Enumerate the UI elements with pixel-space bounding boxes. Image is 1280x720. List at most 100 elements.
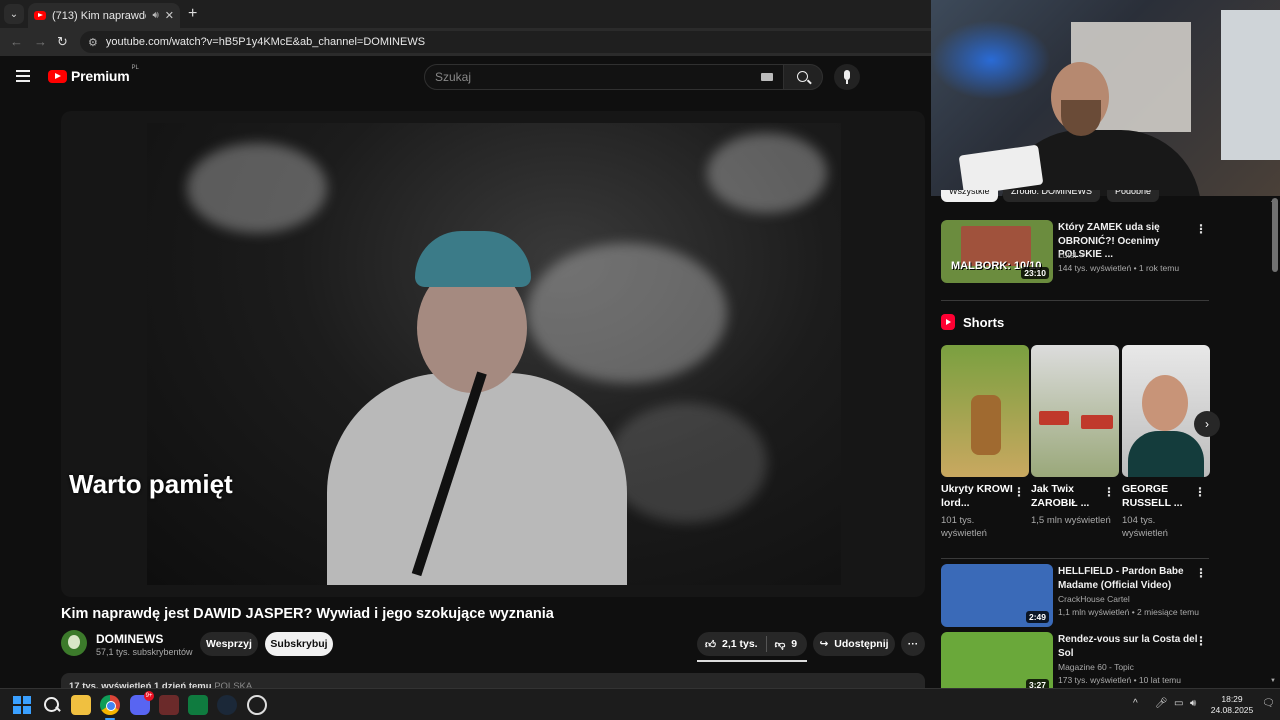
speaker-icon[interactable]: 🔊︎ xyxy=(152,10,158,21)
video-player[interactable]: Warto pamięt xyxy=(61,111,925,597)
more-options-icon[interactable]: ⋮ xyxy=(1195,566,1207,580)
short-title[interactable]: Ukryty KROWI lord... xyxy=(941,482,1017,510)
support-button[interactable]: Wesprzyj xyxy=(200,632,258,656)
video-thumbnail[interactable]: 2:49 xyxy=(941,564,1053,627)
search-icon xyxy=(797,71,808,82)
excel-icon[interactable] xyxy=(188,695,208,715)
video-channel[interactable]: Lutel ✔ xyxy=(1058,250,1086,261)
search-icon[interactable] xyxy=(42,695,62,715)
recommended-video[interactable]: MALBORK: 10/10 23:10 Który ZAMEK uda się… xyxy=(941,220,1211,286)
short-title[interactable]: Jak Twix ZAROBIŁ ... xyxy=(1031,482,1107,510)
microphone-icon[interactable]: 🎤︎ xyxy=(1155,698,1168,709)
scroll-down-arrow[interactable]: ▼ xyxy=(1270,678,1276,684)
game-app-icon[interactable] xyxy=(159,695,179,715)
url-field[interactable]: ⚙︎ youtube.com/watch?v=hB5P1y4KMcE&ab_ch… xyxy=(80,31,931,53)
video-meta: 1,1 mln wyświetleń • 2 miesiące temu xyxy=(1058,607,1199,617)
tray-chevron-icon[interactable]: ^ xyxy=(1133,698,1138,709)
app-icon[interactable] xyxy=(247,695,267,715)
shorts-next-button[interactable]: › xyxy=(1194,411,1220,437)
tab-search-button[interactable]: ⌄ xyxy=(4,4,24,24)
video-thumbnail[interactable]: 3:27 xyxy=(941,632,1053,695)
short-views: 104 tys. wyświetleń xyxy=(1122,515,1168,539)
notifications-icon[interactable]: 🗨︎ xyxy=(1262,698,1275,709)
back-icon[interactable]: ← xyxy=(10,34,23,49)
url-text: youtube.com/watch?v=hB5P1y4KMcE&ab_chann… xyxy=(105,36,426,48)
more-options-icon[interactable]: ⋮ xyxy=(1013,485,1025,499)
short-item[interactable]: Jak Twix ZAROBIŁ ... 1,5 mln wyświetleń … xyxy=(1031,345,1119,526)
search-input[interactable]: Szukaj xyxy=(424,64,784,90)
channel-avatar[interactable] xyxy=(61,630,87,656)
notification-badge: 9+ xyxy=(144,691,154,701)
youtube-header: Premium PL Szukaj xyxy=(0,56,931,98)
reload-icon[interactable]: ↻ xyxy=(57,34,68,50)
blue-led-light xyxy=(931,20,1051,100)
video-thumbnail[interactable]: MALBORK: 10/10 23:10 xyxy=(941,220,1053,283)
scrollbar-thumb[interactable] xyxy=(1272,198,1278,272)
menu-icon[interactable] xyxy=(16,70,30,82)
youtube-premium-logo[interactable]: Premium PL xyxy=(48,65,139,84)
video-title[interactable]: Rendez-vous sur la Costa del Sol xyxy=(1058,633,1198,660)
discord-icon[interactable]: 9+ xyxy=(130,691,154,715)
chip-similar[interactable]: Podobne xyxy=(1107,190,1160,202)
more-options-icon[interactable]: ⋮ xyxy=(1194,485,1206,499)
voice-search-button[interactable] xyxy=(834,64,860,90)
subscriber-count: 57,1 tys. subskrybentów xyxy=(96,647,193,657)
shorts-header: Shorts xyxy=(941,314,1004,330)
short-thumbnail[interactable] xyxy=(1122,345,1210,477)
more-options-icon[interactable]: ⋮ xyxy=(1195,634,1207,648)
tab-title: (713) Kim naprawdę jest DAWID JASPER? Wy… xyxy=(52,9,147,22)
clock[interactable]: 18:29 24.08.2025 xyxy=(1206,694,1258,716)
browser-tab-bar: ⌄ (713) Kim naprawdę jest DAWID JASPER? … xyxy=(0,0,931,28)
keyboard-icon[interactable] xyxy=(761,73,773,81)
short-item[interactable]: Ukryty KROWI lord... 101 tys. wyświetleń… xyxy=(941,345,1029,539)
video-channel[interactable]: CrackHouse Cartel xyxy=(1058,594,1130,604)
thumb-down-icon[interactable]: 👎︎ xyxy=(775,638,786,651)
site-info-icon[interactable]: ⚙︎ xyxy=(88,36,98,49)
verified-icon: ✔ xyxy=(1078,250,1086,260)
person-cap xyxy=(415,231,531,287)
windows-start-icon[interactable] xyxy=(12,695,32,715)
short-thumbnail[interactable] xyxy=(941,345,1029,477)
more-options-icon[interactable]: ⋮ xyxy=(1195,222,1207,236)
short-item[interactable]: GEORGE RUSSELL ... 104 tys. wyświetleń ⋮ xyxy=(1122,345,1210,539)
chevron-right-icon: › xyxy=(1205,417,1209,431)
recommended-video[interactable]: 2:49 HELLFIELD - Pardon Babe Madame (Off… xyxy=(941,564,1211,630)
dislike-count[interactable]: 9 xyxy=(791,638,797,650)
channel-row: DOMINEWS 57,1 tys. subskrybentów Wesprzy… xyxy=(61,630,925,662)
background-window xyxy=(1221,10,1280,160)
thumb-up-icon[interactable]: 👍︎ xyxy=(705,638,716,651)
chrome-icon[interactable] xyxy=(100,695,120,715)
logo-country: PL xyxy=(131,65,139,71)
search-button[interactable] xyxy=(783,64,823,90)
video-meta: 173 tys. wyświetleń • 10 lat temu xyxy=(1058,675,1181,685)
section-divider xyxy=(941,558,1209,559)
steam-icon[interactable] xyxy=(217,695,237,715)
network-icon[interactable]: ▭ xyxy=(1174,698,1183,709)
short-title[interactable]: GEORGE RUSSELL ... xyxy=(1122,482,1198,510)
subscribe-button[interactable]: Subskrybuj xyxy=(265,632,333,656)
file-explorer-icon[interactable] xyxy=(71,695,91,715)
short-thumbnail[interactable] xyxy=(1031,345,1119,477)
video-channel[interactable]: Magazine 60 - Topic xyxy=(1058,662,1134,672)
close-tab-icon[interactable]: ✕ xyxy=(165,9,174,22)
section-divider xyxy=(941,300,1209,301)
logo-text: Premium xyxy=(71,68,130,84)
like-count[interactable]: 2,1 tys. xyxy=(722,638,758,650)
share-button[interactable]: ↪ Udostępnij xyxy=(813,632,895,656)
chip-all[interactable]: Wszystkie xyxy=(941,190,998,202)
forward-icon[interactable]: → xyxy=(34,34,47,49)
active-tab[interactable]: (713) Kim naprawdę jest DAWID JASPER? Wy… xyxy=(28,3,180,28)
chip-source[interactable]: Źródło: DOMINEWS xyxy=(1003,190,1101,202)
share-icon: ↪ xyxy=(819,638,829,650)
channel-name[interactable]: DOMINEWS xyxy=(96,632,163,646)
new-tab-button[interactable]: + xyxy=(188,5,197,23)
more-actions-button[interactable]: ··· xyxy=(901,632,925,656)
short-views: 1,5 mln wyświetleń xyxy=(1031,515,1111,526)
search-placeholder: Szukaj xyxy=(435,70,472,84)
more-options-icon[interactable]: ⋮ xyxy=(1103,485,1115,499)
volume-icon[interactable]: 🔊︎ xyxy=(1190,698,1196,709)
like-underline xyxy=(697,660,807,662)
youtube-play-icon xyxy=(48,69,67,83)
short-views: 101 tys. wyświetleń xyxy=(941,515,987,539)
video-title[interactable]: HELLFIELD - Pardon Babe Madame (Official… xyxy=(1058,565,1198,592)
